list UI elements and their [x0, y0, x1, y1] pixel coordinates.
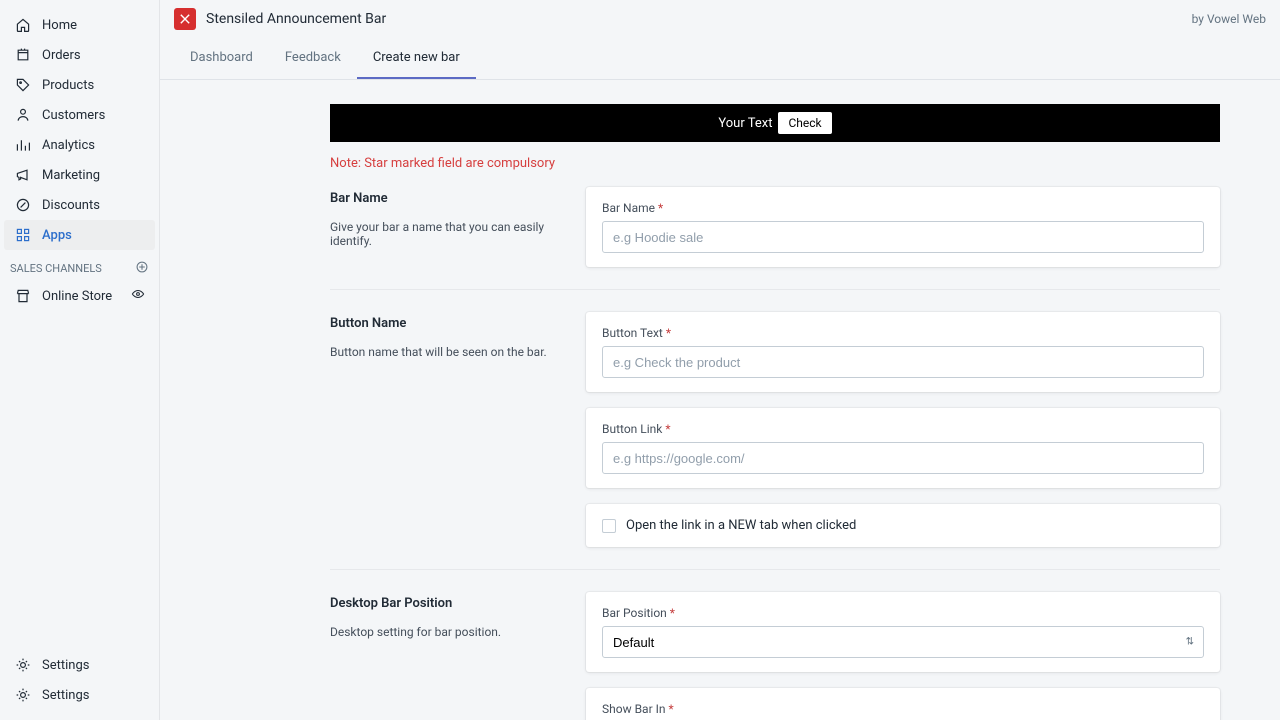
section-desc: Give your bar a name that you can easily…: [330, 220, 566, 248]
nav-label: Discounts: [42, 198, 100, 213]
card-button-link: Button Link *: [586, 408, 1220, 488]
section-button-name: Button Name Button name that will be see…: [330, 312, 1220, 570]
section-title: Desktop Bar Position: [330, 596, 566, 611]
nav-orders[interactable]: Orders: [4, 40, 155, 70]
nav-customers[interactable]: Customers: [4, 100, 155, 130]
section-title: Button Name: [330, 316, 566, 331]
card-bar-name: Bar Name *: [586, 187, 1220, 267]
nav-home[interactable]: Home: [4, 10, 155, 40]
card-button-text: Button Text *: [586, 312, 1220, 392]
nav-apps[interactable]: Apps: [4, 220, 155, 250]
section-desc: Button name that will be seen on the bar…: [330, 345, 566, 359]
button-text-input[interactable]: [602, 346, 1204, 378]
gear-icon: [14, 686, 32, 704]
preview-bar: Your Text Check: [330, 104, 1220, 142]
card-bar-position: Bar Position * Default ⇅: [586, 592, 1220, 672]
chart-icon: [14, 136, 32, 154]
nav-label: Customers: [42, 108, 105, 123]
nav-label: Analytics: [42, 138, 95, 153]
byline: by Vowel Web: [1192, 12, 1266, 26]
megaphone-icon: [14, 166, 32, 184]
preview-text: Your Text: [718, 116, 772, 131]
section-title: Bar Name: [330, 191, 566, 206]
button-link-label: Button Link *: [602, 422, 1204, 436]
section-bar-name: Bar Name Give your bar a name that you c…: [330, 187, 1220, 290]
nav-label: Settings: [42, 658, 89, 673]
sidebar: Home Orders Products Customers Analytics…: [0, 0, 160, 720]
nav-products[interactable]: Products: [4, 70, 155, 100]
add-channel-icon[interactable]: [135, 260, 149, 277]
apps-icon: [14, 226, 32, 244]
button-text-label: Button Text *: [602, 326, 1204, 340]
sales-channels-label: SALES CHANNELS: [10, 262, 102, 275]
nav-settings-2[interactable]: Settings: [4, 680, 155, 710]
section-desktop-position: Desktop Bar Position Desktop setting for…: [330, 592, 1220, 720]
new-tab-checkbox[interactable]: [602, 519, 616, 533]
nav-marketing[interactable]: Marketing: [4, 160, 155, 190]
sales-channels-header: SALES CHANNELS: [0, 250, 159, 281]
bar-position-label: Bar Position *: [602, 606, 1204, 620]
discount-icon: [14, 196, 32, 214]
nav-online-store[interactable]: Online Store: [4, 281, 155, 311]
nav-label: Settings: [42, 688, 89, 703]
tab-dashboard[interactable]: Dashboard: [174, 38, 269, 79]
bar-position-select[interactable]: Default: [602, 626, 1204, 658]
bar-name-input[interactable]: [602, 221, 1204, 253]
nav-label: Marketing: [42, 168, 100, 183]
nav-label: Online Store: [42, 289, 112, 304]
tab-feedback[interactable]: Feedback: [269, 38, 357, 79]
nav-label: Orders: [42, 48, 81, 63]
gear-icon: [14, 656, 32, 674]
eye-icon[interactable]: [131, 287, 145, 305]
nav-settings-1[interactable]: Settings: [4, 650, 155, 680]
nav-label: Apps: [42, 228, 72, 243]
person-icon: [14, 106, 32, 124]
tabs: Dashboard Feedback Create new bar: [160, 38, 1280, 80]
button-link-input[interactable]: [602, 442, 1204, 474]
preview-button[interactable]: Check: [778, 112, 831, 134]
tag-icon: [14, 76, 32, 94]
main: Stensiled Announcement Bar by Vowel Web …: [160, 0, 1280, 720]
tab-create-new-bar[interactable]: Create new bar: [357, 38, 476, 79]
nav-analytics[interactable]: Analytics: [4, 130, 155, 160]
home-icon: [14, 16, 32, 34]
nav-label: Products: [42, 78, 94, 93]
orders-icon: [14, 46, 32, 64]
form-note: Note: Star marked field are compulsory: [330, 156, 1220, 171]
nav-discounts[interactable]: Discounts: [4, 190, 155, 220]
store-icon: [14, 287, 32, 305]
nav-label: Home: [42, 18, 77, 33]
content: Your Text Check Note: Star marked field …: [160, 80, 1280, 720]
app-title: Stensiled Announcement Bar: [206, 11, 386, 27]
bar-name-label: Bar Name *: [602, 201, 1204, 215]
topbar: Stensiled Announcement Bar by Vowel Web: [160, 0, 1280, 38]
show-bar-label: Show Bar In *: [602, 702, 1204, 716]
app-icon: [174, 8, 196, 30]
section-desc: Desktop setting for bar position.: [330, 625, 566, 639]
card-show-bar-in: Show Bar In * Default ⇅: [586, 688, 1220, 720]
card-open-new-tab: Open the link in a NEW tab when clicked: [586, 504, 1220, 547]
new-tab-label: Open the link in a NEW tab when clicked: [626, 518, 856, 533]
